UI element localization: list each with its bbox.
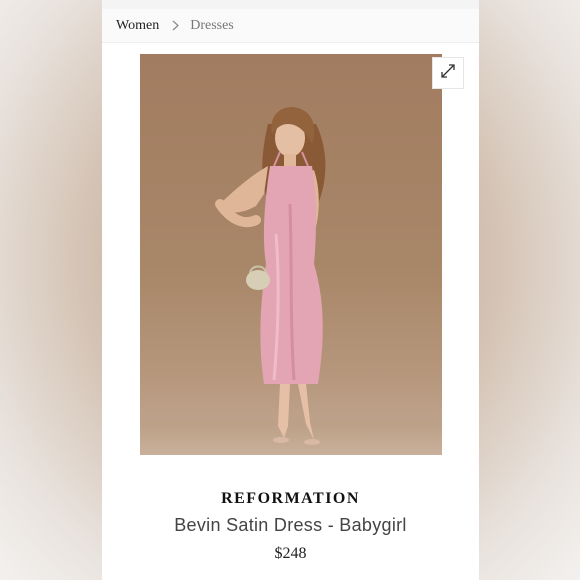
product-card: Women Dresses REFORMATION Bevin Satin Dr… <box>102 0 479 580</box>
top-strip <box>102 0 479 9</box>
chevron-right-icon <box>172 20 180 31</box>
product-price: $248 <box>274 545 307 562</box>
model-illustration <box>215 107 326 445</box>
expand-button[interactable] <box>432 57 464 89</box>
expand-icon <box>441 63 455 83</box>
brand-name[interactable]: REFORMATION <box>102 490 479 508</box>
product-image[interactable] <box>140 54 442 455</box>
breadcrumb-women[interactable]: Women <box>116 18 159 34</box>
breadcrumb: Women Dresses <box>102 9 479 43</box>
product-title: Bevin Satin Dress - Babygirl <box>174 515 407 535</box>
breadcrumb-dresses[interactable]: Dresses <box>190 18 234 34</box>
